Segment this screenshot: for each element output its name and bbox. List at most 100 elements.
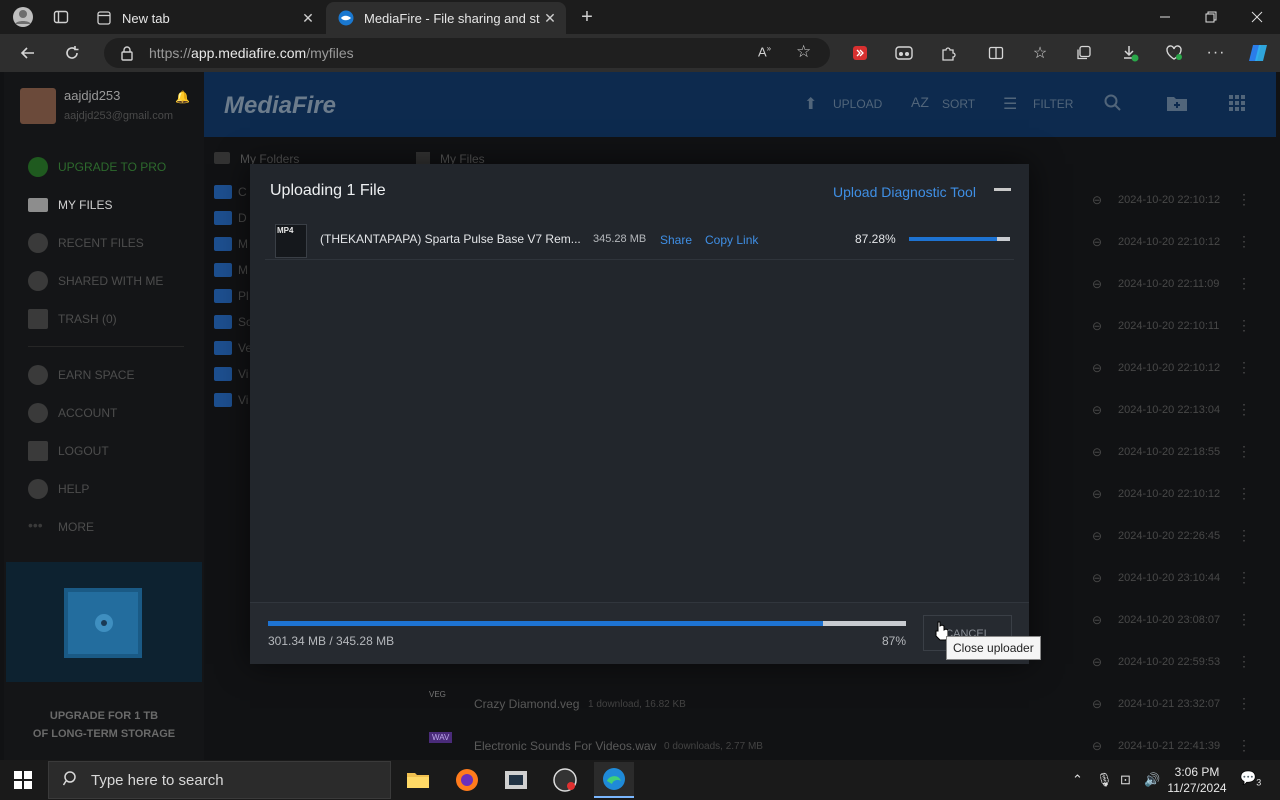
split-screen-icon[interactable] [982, 39, 1010, 67]
link-icon[interactable]: ⊖ [1092, 319, 1102, 333]
minimize-window-icon[interactable] [1142, 0, 1188, 34]
taskbar-search-box[interactable]: Type here to search [48, 761, 391, 799]
folder-name[interactable]: Pl [238, 289, 249, 303]
file-explorer-icon[interactable] [398, 762, 438, 798]
tab-mediafire[interactable]: MediaFire - File sharing and stora ✕ [326, 2, 566, 34]
row-more-icon[interactable]: ⋮ [1237, 191, 1251, 208]
sidebar-item-shared[interactable]: SHARED WITH ME [28, 270, 163, 292]
notifications-icon[interactable]: 💬3 [1240, 770, 1261, 788]
lock-icon[interactable] [120, 45, 134, 66]
sidebar-item-earn-space[interactable]: EARN SPACE [28, 364, 134, 386]
file-name[interactable]: Electronic Sounds For Videos.wav [474, 739, 657, 753]
copilot-icon[interactable] [1244, 39, 1272, 67]
edge-browser-icon[interactable] [594, 762, 634, 798]
file-name[interactable]: Crazy Diamond.veg [474, 697, 579, 711]
filter-icon[interactable]: ☰ [1003, 94, 1025, 114]
folder-name[interactable]: D [238, 211, 247, 225]
chevron-up-icon[interactable]: ⌃ [1072, 772, 1083, 788]
folder-name[interactable]: Vi [238, 367, 248, 381]
row-more-icon[interactable]: ⋮ [1237, 737, 1251, 754]
row-more-icon[interactable]: ⋮ [1237, 317, 1251, 334]
link-icon[interactable]: ⊖ [1092, 277, 1102, 291]
folder-name[interactable]: C [238, 185, 247, 199]
row-more-icon[interactable]: ⋮ [1237, 569, 1251, 586]
notification-bell-icon[interactable]: 🔔 [175, 90, 190, 104]
new-folder-icon[interactable] [1166, 94, 1188, 114]
sort-az-icon[interactable]: AZ [911, 94, 933, 114]
extension-mask-icon[interactable] [890, 39, 918, 67]
row-more-icon[interactable]: ⋮ [1237, 401, 1251, 418]
link-icon[interactable]: ⊖ [1092, 739, 1102, 753]
row-more-icon[interactable]: ⋮ [1237, 275, 1251, 292]
link-icon[interactable]: ⊖ [1092, 235, 1102, 249]
collections-icon[interactable] [1070, 39, 1098, 67]
extension-red-icon[interactable] [846, 39, 874, 67]
link-icon[interactable]: ⊖ [1092, 655, 1102, 669]
mediafire-logo[interactable]: MediaFire [224, 92, 336, 120]
link-icon[interactable]: ⊖ [1092, 697, 1102, 711]
link-icon[interactable]: ⊖ [1092, 529, 1102, 543]
refresh-icon[interactable] [58, 39, 86, 67]
folder-name[interactable]: M [238, 263, 248, 277]
sidebar-item-recent-files[interactable]: RECENT FILES [28, 232, 144, 254]
video-editor-icon[interactable] [496, 762, 536, 798]
row-more-icon[interactable]: ⋮ [1237, 485, 1251, 502]
upload-button[interactable]: UPLOAD [833, 97, 882, 111]
favorite-star-icon[interactable]: ☆ [796, 42, 811, 62]
new-tab-button[interactable]: + [576, 6, 598, 28]
link-icon[interactable]: ⊖ [1092, 193, 1102, 207]
sidebar-item-account[interactable]: ACCOUNT [28, 402, 117, 424]
sidebar-item-more[interactable]: ••• MORE [28, 516, 94, 538]
upgrade-promo-image[interactable] [6, 562, 202, 682]
row-more-icon[interactable]: ⋮ [1237, 611, 1251, 628]
grid-view-icon[interactable] [1228, 94, 1250, 114]
filter-button[interactable]: FILTER [1033, 97, 1073, 111]
sidebar-item-trash[interactable]: TRASH (0) [28, 308, 117, 330]
windows-start-icon[interactable] [8, 768, 38, 792]
sidebar-item-logout[interactable]: LOGOUT [28, 440, 109, 462]
row-more-icon[interactable]: ⋮ [1237, 695, 1251, 712]
close-tab-icon[interactable]: ✕ [298, 10, 318, 27]
system-clock[interactable]: 3:06 PM 11/27/2024 [1166, 764, 1228, 796]
firefox-icon[interactable] [447, 762, 487, 798]
share-link[interactable]: Share [660, 233, 692, 247]
microphone-icon[interactable]: 🎙 [1096, 772, 1113, 788]
link-icon[interactable]: ⊖ [1092, 613, 1102, 627]
sort-button[interactable]: SORT [942, 97, 975, 111]
link-icon[interactable]: ⊖ [1092, 487, 1102, 501]
sidebar-item-help[interactable]: HELP [28, 478, 89, 500]
volume-icon[interactable]: 🔊 [1144, 772, 1160, 788]
favorites-icon[interactable]: ☆ [1026, 39, 1054, 67]
close-tab-icon[interactable]: ✕ [540, 10, 560, 27]
row-more-icon[interactable]: ⋮ [1237, 527, 1251, 544]
network-icon[interactable]: ⊡ [1120, 772, 1131, 788]
row-more-icon[interactable]: ⋮ [1237, 443, 1251, 460]
tab-new-tab[interactable]: New tab ✕ [84, 2, 324, 34]
browser-essentials-icon[interactable] [1160, 39, 1188, 67]
obs-icon[interactable] [545, 762, 585, 798]
folder-name[interactable]: M [238, 237, 248, 251]
link-icon[interactable]: ⊖ [1092, 571, 1102, 585]
upload-icon[interactable]: ⬆ [804, 94, 826, 114]
link-icon[interactable]: ⊖ [1092, 361, 1102, 375]
upload-diagnostic-link[interactable]: Upload Diagnostic Tool [833, 184, 976, 200]
read-aloud-icon[interactable]: A» [758, 44, 771, 59]
link-icon[interactable]: ⊖ [1092, 403, 1102, 417]
search-icon[interactable] [1104, 94, 1126, 114]
link-icon[interactable]: ⊖ [1092, 445, 1102, 459]
sidebar-item-upgrade[interactable]: UPGRADE TO PRO [28, 156, 166, 178]
copy-link[interactable]: Copy Link [705, 233, 758, 247]
folder-name[interactable]: Vi [238, 393, 248, 407]
avatar[interactable] [20, 88, 56, 124]
restore-window-icon[interactable] [1188, 0, 1234, 34]
sidebar-item-my-files[interactable]: MY FILES [28, 194, 112, 216]
close-window-icon[interactable] [1234, 0, 1280, 34]
row-more-icon[interactable]: ⋮ [1237, 653, 1251, 670]
extensions-puzzle-icon[interactable] [934, 39, 962, 67]
minimize-uploader-icon[interactable] [994, 188, 1011, 191]
back-arrow-icon[interactable] [14, 39, 42, 67]
row-more-icon[interactable]: ⋮ [1237, 359, 1251, 376]
settings-more-icon[interactable]: ··· [1202, 39, 1230, 67]
tab-actions-icon[interactable] [50, 6, 72, 28]
row-more-icon[interactable]: ⋮ [1237, 233, 1251, 250]
